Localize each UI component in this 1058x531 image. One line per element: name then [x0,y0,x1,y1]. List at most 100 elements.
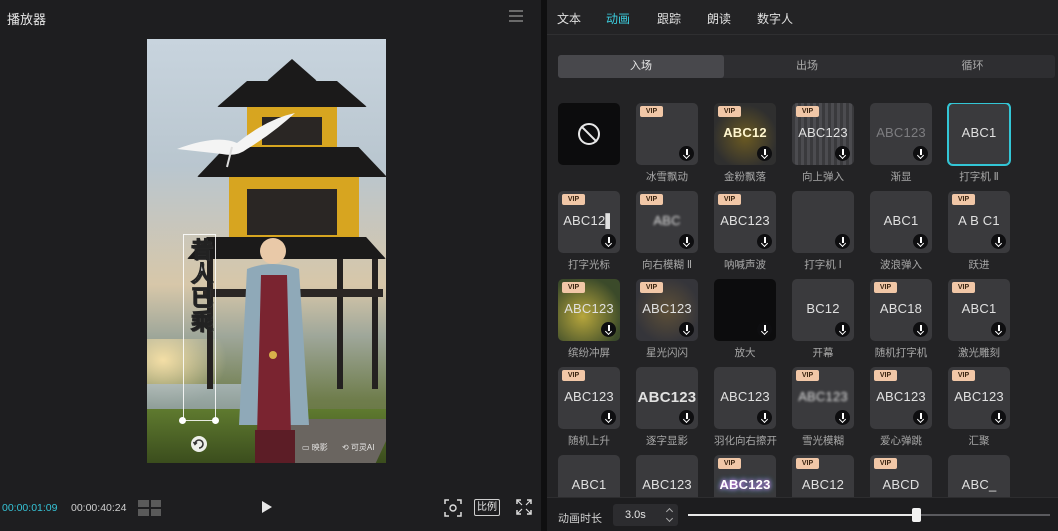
animation-thumbnail[interactable]: ABC123 [636,367,698,429]
download-icon[interactable] [679,322,694,337]
animation-thumbnail[interactable] [714,279,776,341]
animation-thumbnail[interactable]: ABC1 [947,103,1011,166]
animation-item[interactable]: BC12 开幕 [792,279,854,360]
segment-loop[interactable]: 循环 [890,55,1055,78]
animation-thumbnail[interactable]: A B C1 VIP [948,191,1010,253]
download-icon[interactable] [757,146,772,161]
grid-icon[interactable] [138,500,161,516]
animation-item[interactable]: ABC_ [948,455,1010,497]
animation-item[interactable]: ABC123 逐字显影 [636,367,698,448]
download-icon[interactable] [679,410,694,425]
animation-item[interactable]: VIP 冰雪飘动 [636,103,698,184]
animation-thumbnail[interactable]: ABC_ [948,455,1010,497]
download-icon[interactable] [757,234,772,249]
animation-item[interactable]: ABC1 VIP 激光雕刻 [948,279,1010,360]
tab-digital-human[interactable]: 数字人 [757,10,793,27]
animation-item[interactable]: ABC123 VIP 随机上升 [558,367,620,448]
animation-item[interactable]: 打字机 Ⅰ [792,191,854,272]
animation-item[interactable]: ABC123 VIP 汇聚 [948,367,1010,448]
menu-icon[interactable] [509,10,523,22]
play-icon[interactable] [262,501,272,513]
animation-item[interactable]: ABC123 VIP 向上弹入 [792,103,854,184]
animation-thumbnail[interactable]: ABCD VIP [870,455,932,497]
animation-item[interactable]: ABC123 VIP 缤纷冲屏 [558,279,620,360]
download-icon[interactable] [913,410,928,425]
animation-thumbnail[interactable]: ABC12 VIP [792,455,854,497]
animation-thumbnail[interactable]: ABC123 VIP [792,367,854,429]
download-icon[interactable] [991,234,1006,249]
animation-item[interactable]: ABC1 [558,455,620,497]
animation-item[interactable]: ABC18 VIP 随机打字机 [870,279,932,360]
animation-thumbnail[interactable]: VIP [636,103,698,165]
download-icon[interactable] [913,234,928,249]
duration-slider[interactable] [688,508,1050,522]
download-icon[interactable] [679,234,694,249]
animation-thumbnail[interactable]: ABC1 [870,191,932,253]
animation-item[interactable]: ABC123 VIP 雪光模糊 [792,367,854,448]
download-icon[interactable] [913,322,928,337]
ratio-button[interactable]: 比例 [474,499,500,516]
duration-slider-thumb[interactable] [912,508,922,522]
animation-thumbnail[interactable]: ABC123 VIP [636,279,698,341]
tab-read-aloud[interactable]: 朗读 [707,10,731,27]
animation-item[interactable]: ABC12▌ VIP 打字光标 [558,191,620,272]
animation-thumbnail[interactable]: ABC123 [870,103,932,165]
animation-item[interactable]: ABC12 VIP 金粉飘落 [714,103,776,184]
download-icon[interactable] [601,322,616,337]
tab-text[interactable]: 文本 [557,10,581,27]
download-icon[interactable] [913,146,928,161]
stepper-icon[interactable] [666,507,674,523]
segment-out[interactable]: 出场 [724,55,890,78]
animation-thumbnail[interactable]: ABC123 VIP [948,367,1010,429]
overlay-text[interactable]: 昔人已乘 [187,238,214,335]
animation-thumbnail[interactable]: ABC123 VIP [558,367,620,429]
fullscreen-icon[interactable] [516,499,532,515]
animation-thumbnail[interactable]: BC12 [792,279,854,341]
download-icon[interactable] [601,234,616,249]
download-icon[interactable] [991,322,1006,337]
download-icon[interactable] [835,410,850,425]
animation-item[interactable]: ABC123 羽化向右擦开 [714,367,777,448]
rotate-icon[interactable] [191,436,207,452]
download-icon[interactable] [991,410,1006,425]
animation-item[interactable]: ABC123 [636,455,698,497]
animation-item[interactable]: ABC123 VIP [714,455,776,497]
animation-thumbnail[interactable]: ABC12▌ VIP [558,191,620,253]
animation-item[interactable]: ABC12 VIP [792,455,854,497]
animation-thumbnail[interactable]: ABC VIP [636,191,698,253]
video-preview[interactable]: 昔人已乘 ▭ 映影 ⟲ 可灵AI [147,39,386,463]
animation-item[interactable]: ABC1 波浪弹入 [870,191,932,272]
animation-item[interactable]: ABC123 VIP 爱心弹跳 [870,367,932,448]
animation-thumbnail[interactable]: ABC123 [714,367,776,429]
animation-thumbnail[interactable]: ABC123 VIP [792,103,854,165]
animation-thumbnail[interactable]: ABC123 [636,455,698,497]
animation-thumbnail[interactable]: ABC123 VIP [870,367,932,429]
animation-thumbnail[interactable]: ABC123 VIP [714,455,776,497]
tab-tracking[interactable]: 跟踪 [657,10,681,27]
download-icon[interactable] [835,322,850,337]
download-icon[interactable] [601,410,616,425]
resize-handle[interactable] [179,417,186,424]
animation-item[interactable]: ABC1 打字机 Ⅱ [947,103,1011,184]
animation-item[interactable]: ABC123 渐显 [870,103,932,184]
animation-item[interactable]: A B C1 VIP 跃进 [948,191,1010,272]
resize-handle[interactable] [212,417,219,424]
tab-animation[interactable]: 动画 [606,10,630,27]
animation-thumbnail[interactable]: ABC123 VIP [714,191,776,253]
animation-thumbnail[interactable] [558,103,620,165]
animation-item[interactable]: ABC123 VIP 呐喊声波 [714,191,776,272]
animation-thumbnail[interactable]: ABC1 VIP [948,279,1010,341]
animation-thumbnail[interactable]: ABC12 VIP [714,103,776,165]
animation-thumbnail[interactable]: ABC18 VIP [870,279,932,341]
download-icon[interactable] [835,234,850,249]
animation-thumbnail[interactable]: ABC1 [558,455,620,497]
animation-item[interactable] [558,103,620,165]
animation-item[interactable]: ABC123 VIP 星光闪闪 [636,279,698,360]
segment-in[interactable]: 入场 [558,55,724,78]
download-icon[interactable] [679,146,694,161]
download-icon[interactable] [757,322,772,337]
download-icon[interactable] [835,146,850,161]
animation-item[interactable]: 放大 [714,279,776,360]
animation-item[interactable]: ABCD VIP [870,455,932,497]
duration-input[interactable]: 3.0s [613,504,678,526]
